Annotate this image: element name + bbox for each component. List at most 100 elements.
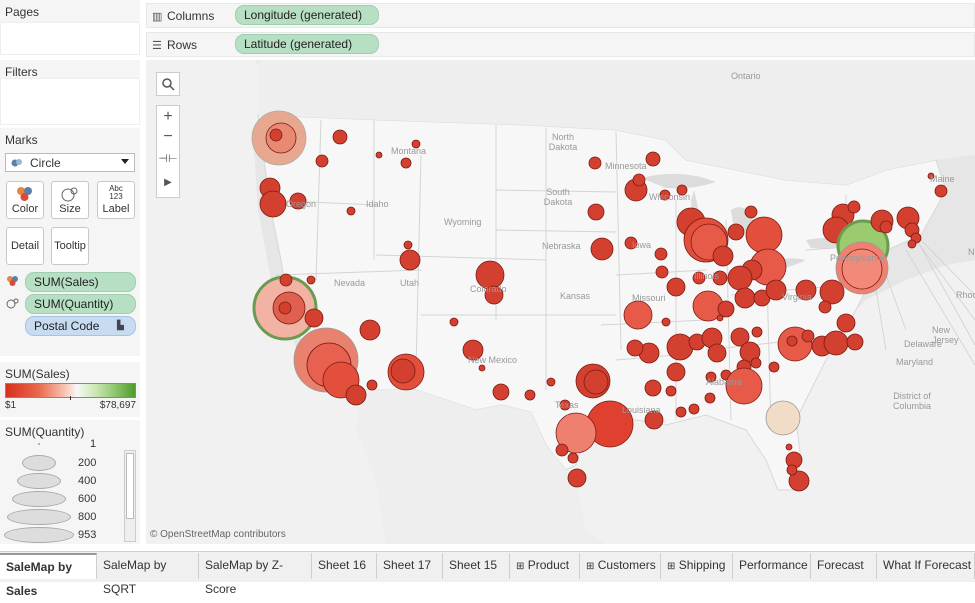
tab-salemap-by-sales[interactable]: SaleMap by Sales bbox=[0, 553, 97, 598]
filters-drop-area[interactable] bbox=[0, 78, 140, 125]
sales-legend-max: $78,697 bbox=[99, 400, 136, 411]
tab-forecast[interactable]: Forecast bbox=[811, 553, 877, 579]
sales-legend: SUM(Sales) $1 $78,697 bbox=[0, 362, 140, 417]
sales-color-pill[interactable]: SUM(Sales) bbox=[25, 272, 136, 292]
label-button[interactable]: Abc 123 Label bbox=[97, 181, 135, 219]
mark-type-label: Circle bbox=[30, 156, 61, 170]
color-button-label: Color bbox=[11, 203, 39, 215]
tab-product[interactable]: ⊞ Product bbox=[510, 553, 580, 579]
size-field-icon bbox=[6, 297, 20, 312]
tab-salemap-by-sqrt[interactable]: SaleMap by SQRT bbox=[97, 553, 199, 596]
map-label: Nevada bbox=[334, 278, 366, 288]
tab-customers-label: Customers bbox=[597, 558, 656, 572]
map-label: South Dakota bbox=[543, 187, 573, 207]
tab-sheet-16[interactable]: Sheet 16 bbox=[312, 553, 377, 579]
grid-icon: ⊞ bbox=[667, 561, 676, 572]
map-label: Kansas bbox=[560, 291, 591, 301]
tab-sheet-17[interactable]: Sheet 17 bbox=[377, 553, 443, 579]
map-label: Idaho bbox=[366, 199, 389, 209]
quantity-legend-title: SUM(Quantity) bbox=[5, 425, 85, 439]
map-label: Virginia bbox=[782, 292, 812, 302]
map-label: Utah bbox=[400, 278, 420, 288]
marks-card: Marks Circle Color Size Abc 123 Label De… bbox=[0, 128, 140, 356]
map-label: Rhode bbox=[956, 290, 975, 300]
size-legend-value: 1 bbox=[90, 438, 97, 450]
zoom-out-button[interactable]: − bbox=[156, 128, 180, 148]
color-button[interactable]: Color bbox=[6, 181, 44, 219]
tab-salemap-by-zscore[interactable]: SaleMap by Z-Score bbox=[199, 553, 312, 596]
tooltip-button[interactable]: Tooltip bbox=[51, 227, 89, 265]
abc-123-icon: Abc 123 bbox=[109, 184, 123, 201]
tab-sheet-15[interactable]: Sheet 15 bbox=[443, 553, 510, 579]
size-legend-value: 400 bbox=[78, 475, 97, 487]
map-label: Oregon bbox=[286, 199, 317, 209]
tab-performance[interactable]: Performance bbox=[733, 553, 811, 579]
size-legend-item-600 bbox=[12, 491, 66, 507]
expand-toolbar-icon[interactable]: ▶ bbox=[156, 172, 180, 194]
rows-shelf[interactable]: ☰ Rows Latitude (generated) bbox=[146, 32, 975, 57]
marks-title: Marks bbox=[5, 133, 38, 147]
map-label: Delaware bbox=[904, 339, 943, 349]
map-search-button[interactable] bbox=[156, 72, 180, 96]
legend-scrollbar[interactable] bbox=[124, 450, 136, 542]
columns-shelf[interactable]: ▥ Columns Longitude (generated) bbox=[146, 3, 975, 28]
latitude-pill[interactable]: Latitude (generated) bbox=[235, 34, 379, 54]
zoom-in-button[interactable]: + bbox=[156, 107, 180, 127]
map-label: Iowa bbox=[632, 240, 652, 250]
longitude-pill[interactable]: Longitude (generated) bbox=[235, 5, 379, 25]
detail-button-label: Detail bbox=[10, 240, 40, 252]
tab-customers[interactable]: ⊞ Customers bbox=[580, 553, 661, 579]
map-label: New Mexico bbox=[468, 355, 518, 365]
sort-icon: ▙ bbox=[117, 320, 124, 330]
size-legend-item-200 bbox=[22, 455, 56, 471]
pages-title: Pages bbox=[5, 5, 40, 19]
size-legend-value: 600 bbox=[78, 493, 97, 505]
pin-map-icon[interactable]: ⊣⊢ bbox=[156, 149, 180, 169]
tab-product-label: Product bbox=[527, 558, 570, 572]
map-label: District of Columbia bbox=[892, 391, 932, 411]
map-label: Wisconsin bbox=[649, 192, 691, 202]
tab-shipping-label: Shipping bbox=[678, 558, 726, 572]
size-legend-value: 200 bbox=[78, 457, 97, 469]
size-legend-value: 953 bbox=[78, 529, 97, 541]
map-attribution[interactable]: © OpenStreetMap contributors bbox=[150, 529, 286, 540]
sales-legend-title: SUM(Sales) bbox=[5, 367, 70, 381]
size-legend-item-400 bbox=[17, 473, 61, 489]
map-label: Colorado bbox=[470, 284, 507, 294]
size-legend-item-800 bbox=[7, 509, 71, 525]
size-button-label: Size bbox=[59, 203, 81, 215]
tooltip-button-label: Tooltip bbox=[54, 240, 86, 252]
detail-button[interactable]: Detail bbox=[6, 227, 44, 265]
map-label: Nebraska bbox=[542, 241, 581, 251]
filters-card: Filters bbox=[0, 60, 140, 125]
quantity-legend: SUM(Quantity) 1 200 400 600 800 953 bbox=[0, 420, 140, 544]
map-label: Illinois bbox=[694, 271, 720, 281]
map-label: Texas bbox=[555, 400, 579, 410]
map-label: Alabama bbox=[706, 377, 742, 387]
map-label: Montana bbox=[391, 146, 427, 156]
map-label: Missouri bbox=[632, 293, 666, 303]
circle-mark-icon bbox=[11, 158, 22, 167]
map-label: Maryland bbox=[896, 357, 934, 367]
legend-scrollbar-thumb[interactable] bbox=[126, 453, 134, 519]
map-view[interactable]: Ontario Montana North Dakota Minnesota S… bbox=[146, 60, 975, 544]
mark-type-dropdown[interactable]: Circle bbox=[5, 153, 135, 172]
quantity-size-pill[interactable]: SUM(Quantity) bbox=[25, 294, 136, 314]
pages-drop-area[interactable] bbox=[0, 22, 140, 55]
rows-label: Rows bbox=[167, 38, 198, 52]
size-button[interactable]: Size bbox=[51, 181, 89, 219]
grid-icon: ⊞ bbox=[586, 561, 595, 572]
sales-legend-marker bbox=[70, 396, 71, 400]
tab-shipping[interactable]: ⊞ Shipping bbox=[661, 553, 733, 579]
search-icon bbox=[162, 78, 175, 91]
map-label: Wyoming bbox=[444, 217, 482, 227]
size-icon bbox=[61, 187, 78, 202]
map-label: Pennsylvania bbox=[830, 253, 884, 263]
rows-icon: ☰ bbox=[152, 40, 162, 52]
map-label: Ontario bbox=[731, 71, 761, 81]
size-legend-value: 800 bbox=[78, 511, 97, 523]
grid-icon: ⊞ bbox=[516, 561, 525, 572]
map-label: Minnesota bbox=[605, 161, 647, 171]
tab-what-if-forecast[interactable]: What If Forecast bbox=[877, 553, 975, 579]
columns-icon: ▥ bbox=[152, 11, 163, 23]
